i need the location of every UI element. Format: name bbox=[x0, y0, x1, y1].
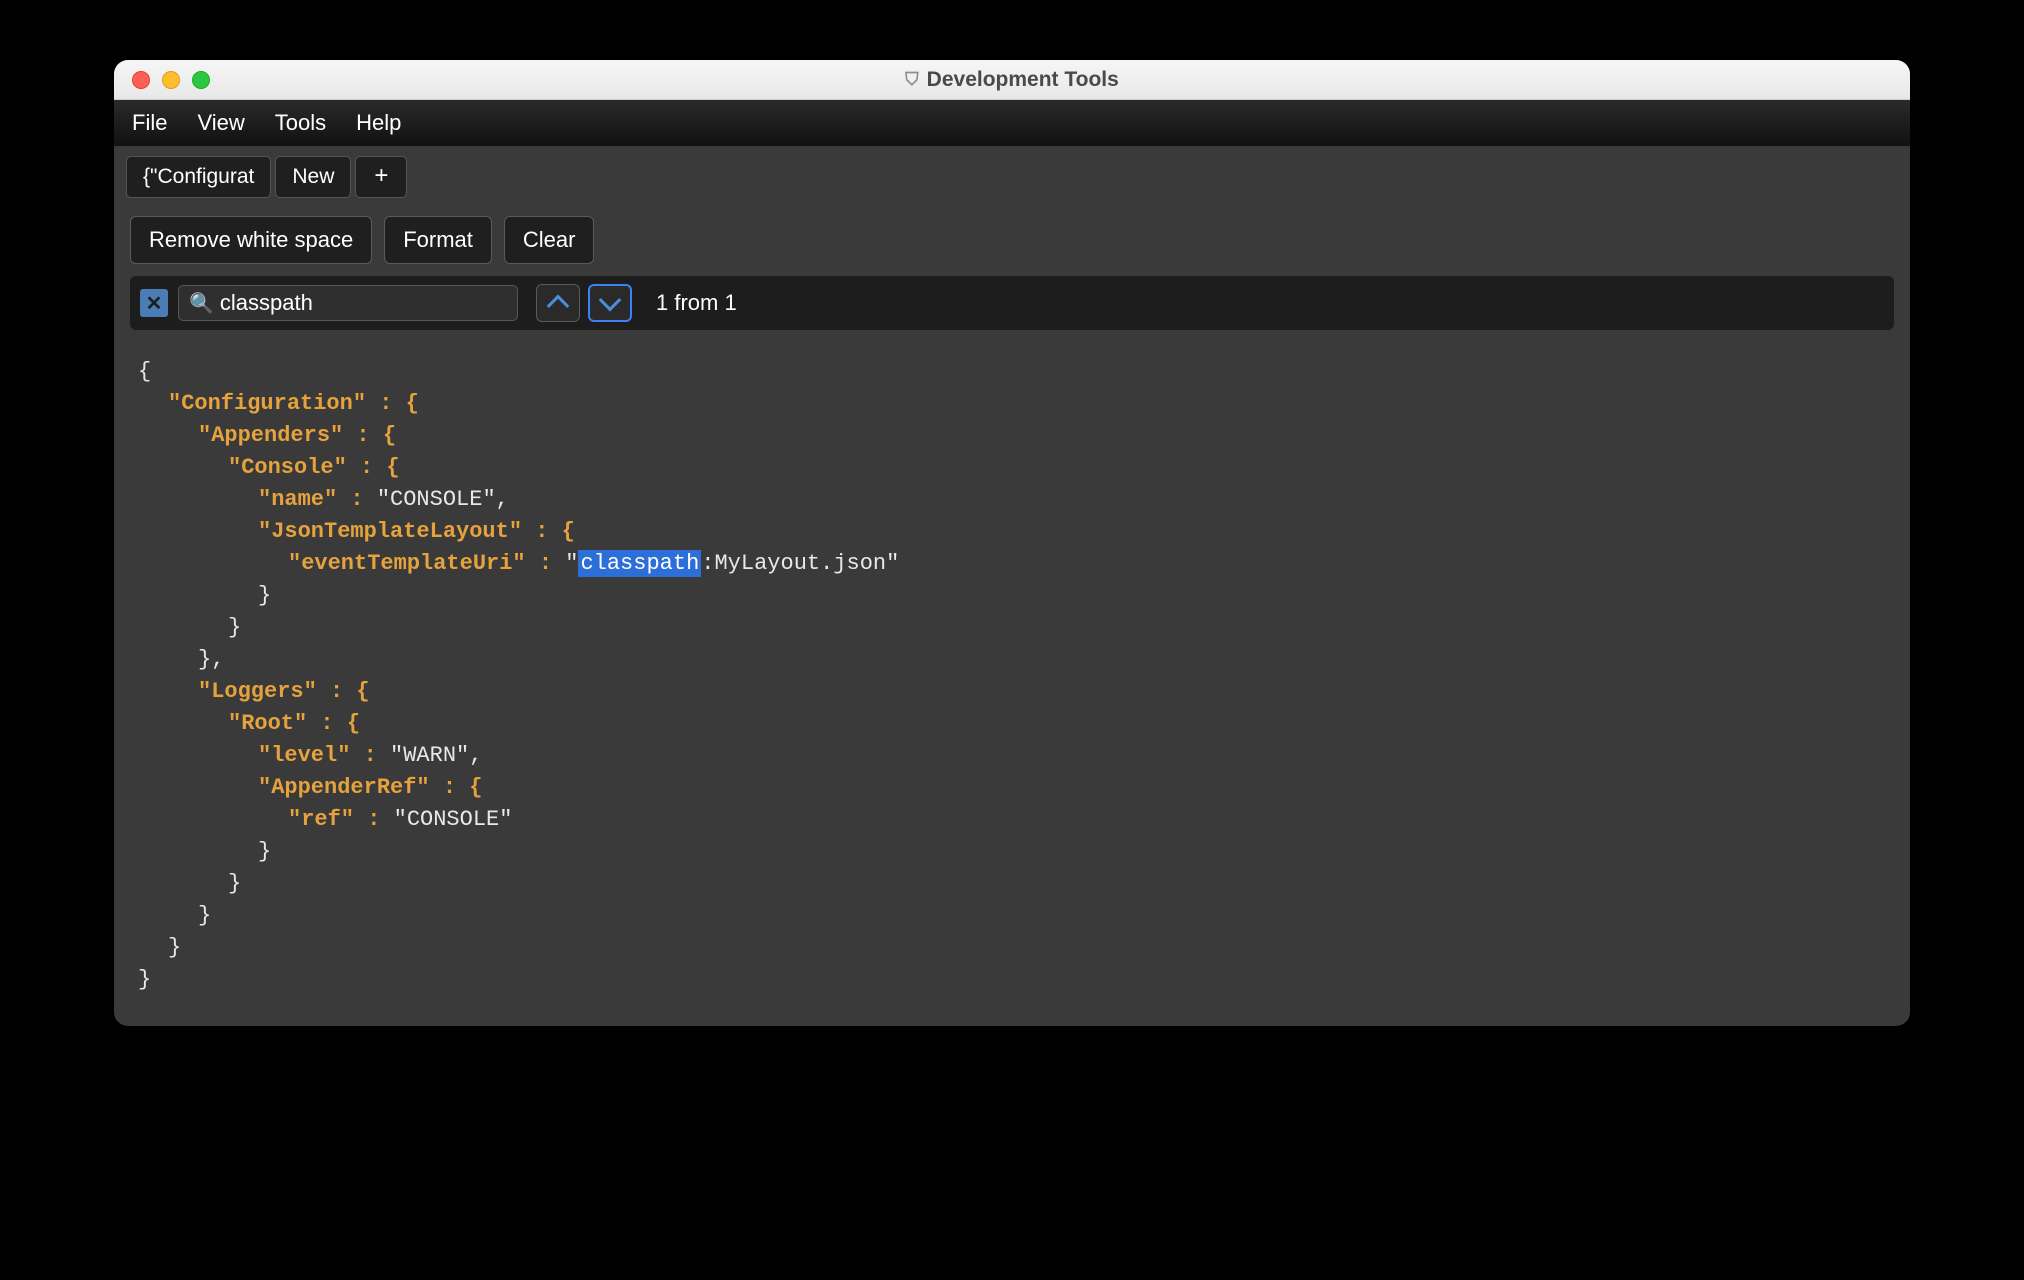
code-text: , bbox=[469, 743, 482, 768]
code-line: } bbox=[228, 615, 241, 640]
json-key: "Console" bbox=[228, 455, 347, 480]
clear-button[interactable]: Clear bbox=[504, 216, 595, 264]
json-key: "Loggers" bbox=[198, 679, 317, 704]
window-title: ⛉ Development Tools bbox=[905, 68, 1119, 92]
json-key: "name" bbox=[258, 487, 337, 512]
code-line: }, bbox=[198, 647, 224, 672]
tab-configuration[interactable]: {"Configurat bbox=[126, 156, 271, 198]
titlebar: ⛉ Development Tools bbox=[114, 60, 1910, 100]
code-text: : { bbox=[343, 423, 396, 448]
search-result-count: 1 from 1 bbox=[656, 290, 737, 316]
json-key: "AppenderRef" bbox=[258, 775, 430, 800]
code-text: : { bbox=[522, 519, 575, 544]
window-title-text: Development Tools bbox=[927, 68, 1119, 92]
menu-help[interactable]: Help bbox=[356, 110, 401, 136]
code-text: : bbox=[526, 551, 566, 576]
json-key: "Root" bbox=[228, 711, 307, 736]
json-key: "eventTemplateUri" bbox=[288, 551, 526, 576]
app-window: ⛉ Development Tools File View Tools Help… bbox=[114, 60, 1910, 1026]
code-text: : { bbox=[430, 775, 483, 800]
toolbar: Remove white space Format Clear bbox=[114, 198, 1910, 276]
search-input[interactable] bbox=[220, 290, 507, 316]
tabbar: {"Configurat New + bbox=[114, 146, 1910, 198]
json-key: "ref" bbox=[288, 807, 354, 832]
app-icon: ⛉ bbox=[905, 69, 919, 90]
code-line: } bbox=[258, 583, 271, 608]
close-window-button[interactable] bbox=[132, 71, 150, 89]
code-line: } bbox=[168, 935, 181, 960]
maximize-window-button[interactable] bbox=[192, 71, 210, 89]
menu-file[interactable]: File bbox=[132, 110, 167, 136]
code-line: } bbox=[228, 871, 241, 896]
tab-new[interactable]: New bbox=[275, 156, 351, 198]
code-line: } bbox=[258, 839, 271, 864]
json-key: "JsonTemplateLayout" bbox=[258, 519, 522, 544]
json-value: "WARN" bbox=[390, 743, 469, 768]
menu-view[interactable]: View bbox=[197, 110, 244, 136]
search-next-button[interactable] bbox=[588, 284, 632, 322]
json-key: "level" bbox=[258, 743, 350, 768]
code-line: { bbox=[138, 359, 151, 384]
remove-whitespace-button[interactable]: Remove white space bbox=[130, 216, 372, 264]
json-value: "CONSOLE" bbox=[394, 807, 513, 832]
search-match: classpath bbox=[578, 550, 701, 577]
search-nav bbox=[536, 284, 632, 322]
searchbar: ✕ 🔍 1 from 1 bbox=[130, 276, 1894, 330]
code-editor[interactable]: { "Configuration" : { "Appenders" : { "C… bbox=[130, 344, 1894, 1008]
tab-add[interactable]: + bbox=[355, 156, 407, 198]
search-input-container: 🔍 bbox=[178, 285, 518, 321]
menu-tools[interactable]: Tools bbox=[275, 110, 326, 136]
search-prev-button[interactable] bbox=[536, 284, 580, 322]
code-text: : { bbox=[307, 711, 360, 736]
menubar: File View Tools Help bbox=[114, 100, 1910, 146]
format-button[interactable]: Format bbox=[384, 216, 492, 264]
code-line: } bbox=[198, 903, 211, 928]
json-key: "Appenders" bbox=[198, 423, 343, 448]
json-value: "CONSOLE" bbox=[377, 487, 496, 512]
code-text: : { bbox=[317, 679, 370, 704]
minimize-window-button[interactable] bbox=[162, 71, 180, 89]
chevron-down-icon bbox=[599, 289, 622, 312]
code-text: : bbox=[350, 743, 390, 768]
close-search-button[interactable]: ✕ bbox=[140, 289, 168, 317]
chevron-up-icon bbox=[547, 295, 570, 318]
json-key: "Configuration" bbox=[168, 391, 366, 416]
code-text: : bbox=[354, 807, 394, 832]
code-text: , bbox=[496, 487, 509, 512]
code-line: } bbox=[138, 967, 151, 992]
search-icon: 🔍 bbox=[189, 291, 214, 316]
code-text: " bbox=[565, 551, 578, 576]
close-icon: ✕ bbox=[146, 291, 163, 316]
code-text: :MyLayout.json" bbox=[701, 551, 899, 576]
code-text: : { bbox=[347, 455, 400, 480]
code-text: : bbox=[337, 487, 377, 512]
window-controls bbox=[114, 71, 210, 89]
code-text: : { bbox=[366, 391, 419, 416]
